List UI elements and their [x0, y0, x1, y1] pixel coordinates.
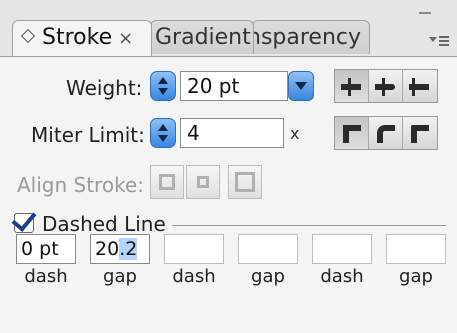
weight-label: Weight: — [66, 76, 143, 100]
stepper-up-icon[interactable] — [158, 124, 168, 131]
stepper-up-icon[interactable] — [158, 77, 168, 84]
align-inside-icon — [197, 176, 209, 188]
section-divider — [172, 225, 446, 226]
dashed-line-checkbox[interactable] — [11, 206, 37, 233]
butt-cap-button[interactable] — [335, 70, 369, 102]
align-outside-button[interactable] — [228, 165, 262, 199]
stepper-down-icon[interactable] — [158, 88, 168, 95]
tab-label-transparency: nsparency — [252, 25, 362, 50]
gap-1-label: gap — [103, 266, 137, 287]
dash-1-input[interactable]: 0 pt — [16, 234, 76, 264]
tab-bar: nsparency Gradient Stroke × — [0, 18, 457, 58]
miter-limit-stepper[interactable] — [150, 118, 176, 148]
cap-button-group — [334, 69, 438, 103]
align-inside-button[interactable] — [186, 165, 220, 199]
dash-2-input[interactable] — [164, 234, 224, 264]
miter-limit-input[interactable]: 4 — [180, 118, 284, 148]
gap-1-input[interactable]: 20.2 — [90, 234, 150, 264]
chevron-down-icon — [295, 82, 307, 90]
dashed-line-label: Dashed Line — [42, 212, 166, 236]
minimize-icon[interactable] — [419, 12, 431, 14]
gap-3-input[interactable] — [386, 234, 446, 264]
tab-label-stroke: Stroke — [42, 25, 113, 50]
round-cap-button[interactable] — [369, 70, 403, 102]
round-join-button[interactable] — [369, 117, 403, 149]
dash-3-input[interactable] — [312, 234, 372, 264]
diamond-icon — [20, 28, 36, 44]
gap-2-label: gap — [251, 266, 285, 287]
tab-transparency[interactable]: nsparency — [252, 20, 370, 54]
bevel-join-button[interactable] — [403, 117, 437, 149]
panel-menu-icon[interactable] — [429, 34, 451, 48]
dash-2-label: dash — [172, 266, 216, 287]
dash-1-label: dash — [24, 266, 68, 287]
close-icon[interactable]: × — [118, 28, 133, 49]
weight-dropdown-button[interactable] — [288, 71, 314, 101]
gap-3-label: gap — [399, 266, 433, 287]
miter-unit-label: x — [290, 124, 300, 143]
stroke-panel: nsparency Gradient Stroke × Weight: 20 pt — [0, 0, 457, 333]
tab-stroke[interactable]: Stroke × — [12, 20, 152, 56]
tab-gradient[interactable]: Gradient — [150, 20, 254, 54]
align-outside-icon — [235, 172, 255, 192]
projecting-cap-button[interactable] — [403, 70, 437, 102]
dash-3-label: dash — [320, 266, 364, 287]
align-center-button[interactable] — [150, 165, 184, 199]
weight-input[interactable]: 20 pt — [180, 71, 288, 101]
align-center-icon — [159, 174, 175, 190]
gap-1-value: 20.2 — [95, 238, 138, 260]
stepper-down-icon[interactable] — [158, 135, 168, 142]
align-stroke-label: Align Stroke: — [17, 173, 144, 197]
weight-stepper[interactable] — [150, 71, 176, 101]
tab-label-gradient: Gradient — [155, 25, 251, 50]
miter-limit-label: Miter Limit: — [31, 123, 145, 147]
gap-2-input[interactable] — [238, 234, 298, 264]
miter-join-button[interactable] — [335, 117, 369, 149]
join-button-group — [334, 116, 438, 150]
